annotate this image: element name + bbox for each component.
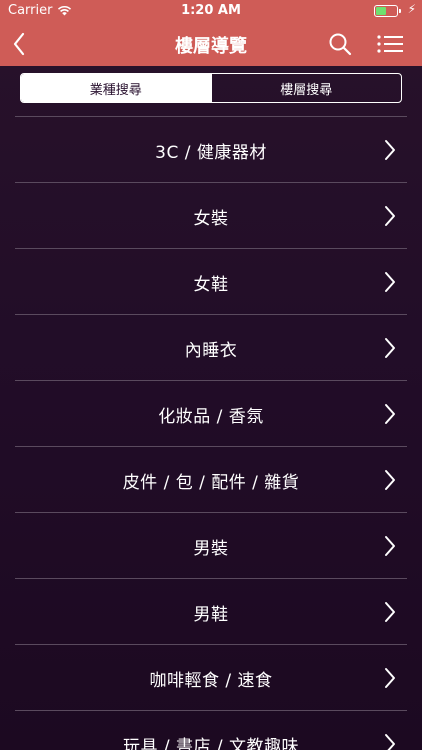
list-menu-icon[interactable] [376, 32, 404, 56]
chevron-right-icon [385, 140, 395, 160]
chevron-right-icon [385, 536, 395, 556]
battery-level [376, 7, 386, 15]
category-label: 皮件 / 包 / 配件 / 雜貨 [122, 472, 300, 493]
page-title: 樓層導覽 [175, 36, 247, 57]
chevron-right-icon [385, 734, 395, 750]
chevron-right-icon [385, 272, 395, 292]
nav-bar: 樓層導覽 [0, 22, 422, 66]
category-label: 咖啡輕食 / 速食 [149, 670, 273, 691]
category-row[interactable]: 女裝 [15, 182, 407, 248]
chevron-right-icon [385, 602, 395, 622]
category-label: 化妝品 / 香氛 [158, 406, 264, 427]
chevron-right-icon [385, 470, 395, 490]
chevron-right-icon [385, 338, 395, 358]
search-mode-segmented-control: 業種搜尋 樓層搜尋 [20, 73, 402, 103]
category-row[interactable]: 男裝 [15, 512, 407, 578]
chevron-right-icon [385, 404, 395, 424]
category-list: 3C / 健康器材 女裝 女鞋 內睡衣 化妝品 / 香氛 皮件 / 包 / 配件… [0, 116, 422, 750]
category-row[interactable]: 內睡衣 [15, 314, 407, 380]
category-row[interactable]: 皮件 / 包 / 配件 / 雜貨 [15, 446, 407, 512]
category-label: 女鞋 [193, 274, 229, 295]
category-label: 玩具 / 書店 / 文教趣味 [122, 736, 300, 750]
back-chevron-icon[interactable] [6, 28, 34, 60]
status-time: 1:20 AM [181, 3, 241, 18]
category-label: 男鞋 [193, 604, 229, 625]
status-bar: Carrier 1:20 AM ⚡ [0, 0, 422, 22]
category-label: 內睡衣 [184, 340, 238, 361]
category-label: 女裝 [193, 208, 229, 229]
category-row[interactable]: 玩具 / 書店 / 文教趣味 [15, 710, 407, 750]
category-row[interactable]: 男鞋 [15, 578, 407, 644]
chevron-right-icon [385, 668, 395, 688]
category-row[interactable]: 化妝品 / 香氛 [15, 380, 407, 446]
category-label: 男裝 [193, 538, 229, 559]
category-row[interactable]: 咖啡輕食 / 速食 [15, 644, 407, 710]
category-row[interactable]: 女鞋 [15, 248, 407, 314]
battery-icon [374, 5, 401, 17]
segment-industry-search[interactable]: 業種搜尋 [21, 74, 211, 102]
category-label: 3C / 健康器材 [155, 142, 267, 163]
segment-floor-search[interactable]: 樓層搜尋 [210, 74, 402, 102]
charging-bolt-icon: ⚡ [407, 2, 416, 16]
search-icon[interactable] [327, 31, 353, 57]
chevron-right-icon [385, 206, 395, 226]
category-row[interactable]: 3C / 健康器材 [15, 116, 407, 182]
battery-nub [399, 9, 401, 13]
